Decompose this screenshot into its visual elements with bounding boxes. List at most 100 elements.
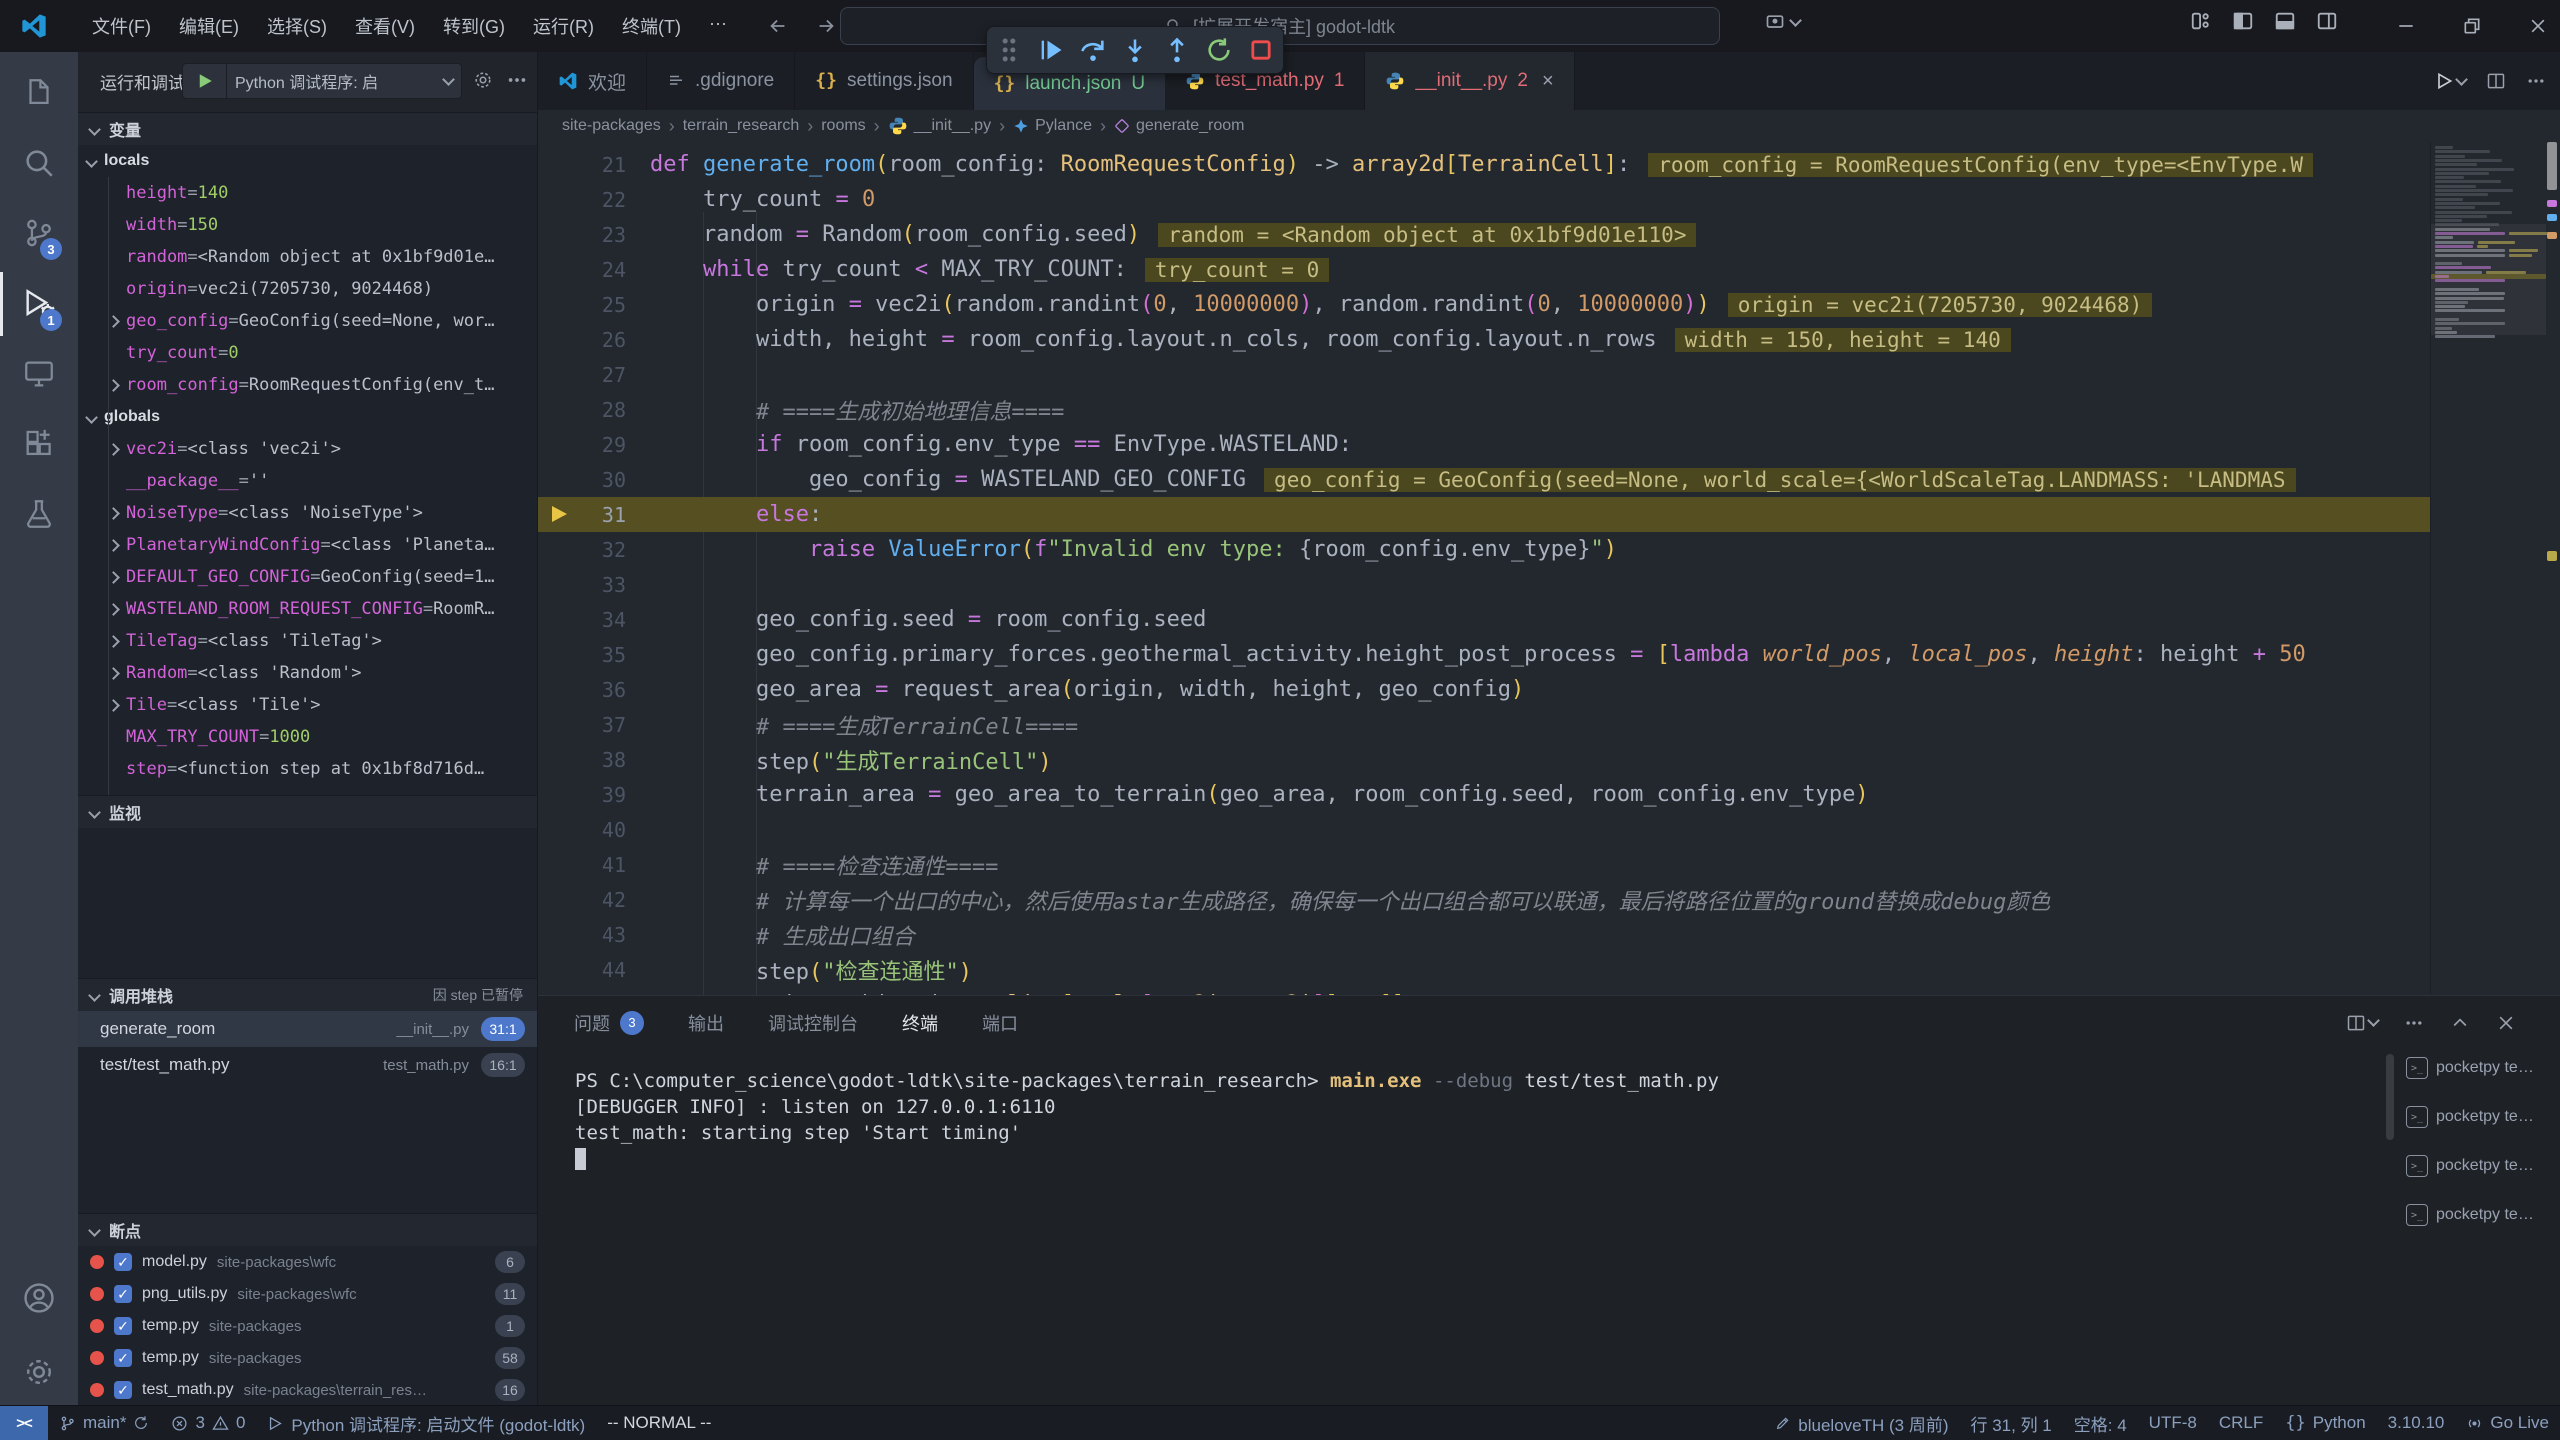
step-into-icon[interactable] — [1121, 36, 1149, 64]
back-arrow-icon[interactable] — [767, 15, 789, 37]
terminal-list-item[interactable]: >_pocketpy te… — [2406, 1095, 2560, 1139]
menu-item[interactable]: 编辑(E) — [165, 7, 253, 45]
scope-row-globals[interactable]: globals — [78, 401, 537, 433]
variable-row[interactable]: room_config = RoomRequestConfig(env_t… — [78, 369, 537, 401]
debug-config-item[interactable]: Python 调试程序: 启动文件 (godot-ldtk) — [256, 1406, 596, 1440]
breakpoint-row[interactable]: ✓temp.pysite-packages1 — [78, 1310, 537, 1342]
breadcrumb-item[interactable]: Pylance — [1013, 117, 1092, 135]
menu-item[interactable]: 选择(S) — [253, 7, 341, 45]
panel-tab-问题[interactable]: 问题3 — [574, 1010, 644, 1036]
panel-tab-调试控制台[interactable]: 调试控制台 — [768, 1010, 858, 1036]
cursor-position-item[interactable]: 行 31, 列 1 — [1960, 1406, 2063, 1440]
close-icon[interactable] — [2528, 16, 2548, 36]
code-editor[interactable]: 20def request_area(origin, width, height… — [538, 142, 2560, 995]
problems-item[interactable]: 3 0 — [160, 1406, 256, 1440]
continue-icon[interactable] — [1037, 36, 1065, 64]
gutter-glyph-margin[interactable] — [538, 777, 584, 812]
menu-item[interactable]: 转到(G) — [429, 7, 519, 45]
editor-more-actions-icon[interactable] — [2526, 71, 2546, 91]
explorer-icon[interactable] — [22, 76, 56, 110]
variable-row[interactable]: origin = vec2i(7205730, 9024468) — [78, 273, 537, 305]
git-branch-item[interactable]: main* — [48, 1406, 160, 1440]
gutter-glyph-margin[interactable] — [538, 742, 584, 777]
indentation-item[interactable]: 空格: 4 — [2063, 1406, 2138, 1440]
variable-row[interactable]: geo_config = GeoConfig(seed=None, wor… — [78, 305, 537, 337]
panel-tab-输出[interactable]: 输出 — [688, 1010, 724, 1036]
gutter-glyph-margin[interactable] — [538, 532, 584, 567]
variable-row[interactable]: __package__ = '' — [78, 465, 537, 497]
run-python-file-button[interactable] — [2434, 71, 2466, 91]
tab-settings.json[interactable]: {}settings.json — [795, 52, 973, 110]
breakpoint-checkbox[interactable]: ✓ — [114, 1253, 132, 1271]
extensions-icon[interactable] — [22, 427, 56, 461]
variable-row[interactable]: WASTELAND_ROOM_REQUEST_CONFIG = RoomR… — [78, 593, 537, 625]
gutter-glyph-margin[interactable] — [538, 672, 584, 707]
menu-item[interactable]: 运行(R) — [519, 7, 608, 45]
variable-row[interactable]: vec2i = <class 'vec2i'> — [78, 433, 537, 465]
variables-section-header[interactable]: 变量 — [78, 112, 537, 145]
variable-row[interactable]: width = 150 — [78, 209, 537, 241]
git-blame-item[interactable]: blueloveTH (3 周前) — [1764, 1406, 1959, 1440]
settings-gear-icon[interactable] — [22, 1355, 56, 1389]
launch-config-select[interactable]: Python 调试程序: 启 — [182, 63, 462, 99]
terminal-list-item[interactable]: >_pocketpy te… — [2406, 1193, 2560, 1237]
tab-.gdignore[interactable]: .gdignore — [647, 52, 795, 110]
scope-row-locals[interactable]: locals — [78, 145, 537, 177]
variable-row[interactable]: DEFAULT_GEO_CONFIG = GeoConfig(seed=1… — [78, 561, 537, 593]
variable-row[interactable]: MAX_TRY_COUNT = 1000 — [78, 721, 537, 753]
stack-frame[interactable]: test/test_math.pytest_math.py16:1 — [78, 1047, 537, 1083]
python-version-item[interactable]: 3.10.10 — [2377, 1406, 2456, 1440]
menu-item[interactable]: 终端(T) — [608, 7, 695, 45]
stack-frame[interactable]: generate_room__init__.py31:1 — [78, 1011, 537, 1047]
variable-row[interactable]: try_count = 0 — [78, 337, 537, 369]
tab-__init__.py[interactable]: __init__.py2× — [1365, 52, 1574, 110]
gutter-glyph-margin[interactable] — [538, 602, 584, 637]
split-terminal-button[interactable] — [2346, 1013, 2378, 1033]
gutter-glyph-margin[interactable] — [538, 287, 584, 322]
panel-more-actions-icon[interactable] — [2404, 1013, 2424, 1033]
menu-item[interactable]: 文件(F) — [78, 7, 165, 45]
gutter-glyph-margin[interactable] — [538, 567, 584, 602]
breakpoint-row[interactable]: ✓png_utils.pysite-packages\wfc11 — [78, 1278, 537, 1310]
vim-mode-indicator[interactable]: -- NORMAL -- — [596, 1406, 722, 1440]
remote-explorer-icon[interactable] — [22, 357, 56, 391]
close-panel-icon[interactable] — [2496, 1013, 2516, 1033]
screencast-button[interactable] — [1765, 12, 1800, 32]
overview-ruler[interactable] — [2545, 142, 2560, 995]
terminal-output[interactable]: PS C:\computer_science\godot-ldtk\site-p… — [575, 1058, 2365, 1405]
tab-close-icon[interactable]: × — [1542, 70, 1554, 93]
gutter-glyph-margin[interactable] — [538, 182, 584, 217]
terminal-scrollbar[interactable] — [2386, 1054, 2394, 1140]
restart-icon[interactable] — [1205, 36, 1233, 64]
gutter-glyph-margin[interactable] — [538, 952, 584, 987]
variable-row[interactable]: TileTag = <class 'TileTag'> — [78, 625, 537, 657]
breadcrumb-item[interactable]: rooms — [821, 117, 865, 135]
breakpoint-checkbox[interactable]: ✓ — [114, 1381, 132, 1399]
account-icon[interactable] — [22, 1281, 56, 1315]
stop-icon[interactable] — [1247, 36, 1275, 64]
gutter-glyph-margin[interactable] — [538, 392, 584, 427]
menu-item[interactable]: 查看(V) — [341, 7, 429, 45]
remote-indicator[interactable]: >< — [0, 1406, 48, 1440]
minimap-slider[interactable] — [2431, 224, 2546, 336]
gutter-glyph-margin[interactable] — [538, 917, 584, 952]
start-debug-button[interactable] — [183, 64, 227, 98]
split-editor-icon[interactable] — [2486, 71, 2506, 91]
customize-layout-icon[interactable] — [2190, 10, 2212, 32]
variable-row[interactable]: height = 140 — [78, 177, 537, 209]
restore-icon[interactable] — [2462, 16, 2482, 36]
variable-row[interactable]: Tile = <class 'Tile'> — [78, 689, 537, 721]
encoding-item[interactable]: UTF-8 — [2138, 1406, 2208, 1440]
debug-settings-gear-icon[interactable] — [472, 69, 494, 91]
watch-empty-area[interactable] — [78, 828, 537, 978]
search-view-icon[interactable] — [22, 146, 56, 180]
variable-row[interactable]: NoiseType = <class 'NoiseType'> — [78, 497, 537, 529]
breadcrumb-item[interactable]: terrain_research — [683, 117, 800, 135]
toggle-panel-icon[interactable] — [2274, 10, 2296, 32]
gutter-glyph-margin[interactable] — [538, 357, 584, 392]
breakpoint-checkbox[interactable]: ✓ — [114, 1349, 132, 1367]
breakpoint-row[interactable]: ✓test_math.pysite-packages\terrain_res…1… — [78, 1374, 537, 1405]
terminal-list-item[interactable]: >_pocketpy te… — [2406, 1046, 2560, 1090]
maximize-panel-icon[interactable] — [2450, 1013, 2470, 1033]
forward-arrow-icon[interactable] — [815, 15, 837, 37]
